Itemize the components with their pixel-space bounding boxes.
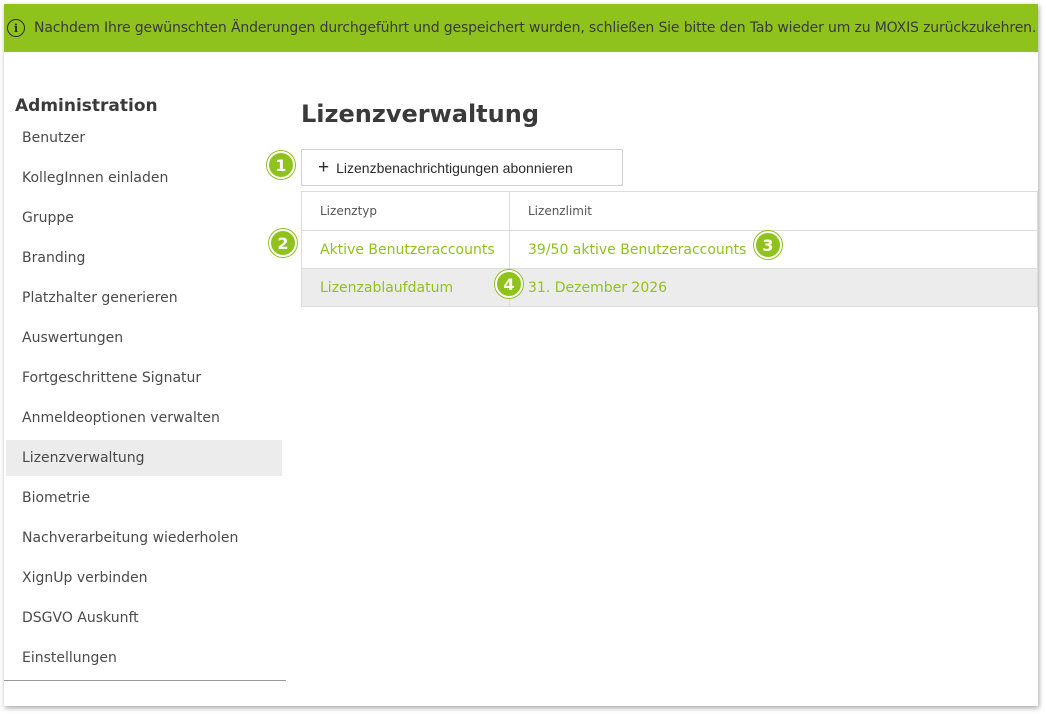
callout-marker-2: 2 bbox=[269, 229, 297, 257]
sidebar-item-branding[interactable]: Branding bbox=[6, 240, 282, 276]
sidebar-item-einstellungen[interactable]: Einstellungen bbox=[6, 640, 282, 676]
sidebar-menu: Benutzer KollegInnen einladen Gruppe Bra… bbox=[6, 120, 282, 680]
sidebar-item-dsgvo-auskunft[interactable]: DSGVO Auskunft bbox=[6, 600, 282, 636]
banner-text: Nachdem Ihre gewünschten Änderungen durc… bbox=[34, 20, 1037, 36]
license-type-link[interactable]: Lizenzablaufdatum bbox=[320, 280, 453, 296]
sidebar-item-lizenzverwaltung[interactable]: Lizenzverwaltung bbox=[6, 440, 282, 476]
sidebar-item-gruppe[interactable]: Gruppe bbox=[6, 200, 282, 236]
page-title: Lizenzverwaltung bbox=[301, 100, 539, 128]
sidebar-item-fortgeschrittene-signatur[interactable]: Fortgeschrittene Signatur bbox=[6, 360, 282, 396]
column-header-lizenztyp: Lizenztyp bbox=[302, 192, 510, 230]
info-icon: i bbox=[7, 19, 25, 37]
sidebar-item-auswertungen[interactable]: Auswertungen bbox=[6, 320, 282, 356]
info-banner: i Nachdem Ihre gewünschten Änderungen du… bbox=[4, 4, 1038, 52]
license-type-link[interactable]: Aktive Benutzeraccounts bbox=[320, 242, 495, 258]
table-cell: 31. Dezember 2026 bbox=[510, 269, 1037, 306]
subscribe-button-label: Lizenzbenachrichtigungen abonnieren bbox=[336, 159, 573, 176]
sidebar-item-anmeldeoptionen-verwalten[interactable]: Anmeldeoptionen verwalten bbox=[6, 400, 282, 436]
table-cell: Aktive Benutzeraccounts bbox=[302, 231, 510, 268]
table-header-row: Lizenztyp Lizenzlimit bbox=[302, 192, 1037, 230]
table-row: Lizenzablaufdatum 31. Dezember 2026 bbox=[302, 268, 1037, 306]
sidebar-item-platzhalter-generieren[interactable]: Platzhalter generieren bbox=[6, 280, 282, 316]
sidebar-item-nachverarbeitung-wiederholen[interactable]: Nachverarbeitung wiederholen bbox=[6, 520, 282, 556]
callout-marker-1: 1 bbox=[267, 151, 295, 179]
sidebar-item-xignup-verbinden[interactable]: XignUp verbinden bbox=[6, 560, 282, 596]
table-row: Aktive Benutzeraccounts 39/50 aktive Ben… bbox=[302, 230, 1037, 268]
table-cell: Lizenzablaufdatum bbox=[302, 269, 510, 306]
column-header-lizenzlimit: Lizenzlimit bbox=[528, 204, 593, 218]
callout-marker-4: 4 bbox=[495, 270, 523, 298]
sidebar-item-benutzer[interactable]: Benutzer bbox=[6, 120, 282, 156]
license-table: Lizenztyp Lizenzlimit Aktive Benutzeracc… bbox=[301, 191, 1038, 307]
app-window: i Nachdem Ihre gewünschten Änderungen du… bbox=[4, 4, 1038, 706]
subscribe-license-notifications-button[interactable]: + Lizenzbenachrichtigungen abonnieren bbox=[301, 149, 623, 186]
callout-marker-3: 3 bbox=[754, 231, 782, 259]
sidebar-divider bbox=[4, 680, 286, 681]
sidebar-title: Administration bbox=[15, 96, 158, 116]
sidebar-item-biometrie[interactable]: Biometrie bbox=[6, 480, 282, 516]
license-limit-value[interactable]: 39/50 aktive Benutzeraccounts bbox=[528, 242, 746, 258]
license-limit-value[interactable]: 31. Dezember 2026 bbox=[528, 280, 667, 296]
sidebar-item-kolleginnen-einladen[interactable]: KollegInnen einladen bbox=[6, 160, 282, 196]
plus-icon: + bbox=[318, 157, 330, 178]
